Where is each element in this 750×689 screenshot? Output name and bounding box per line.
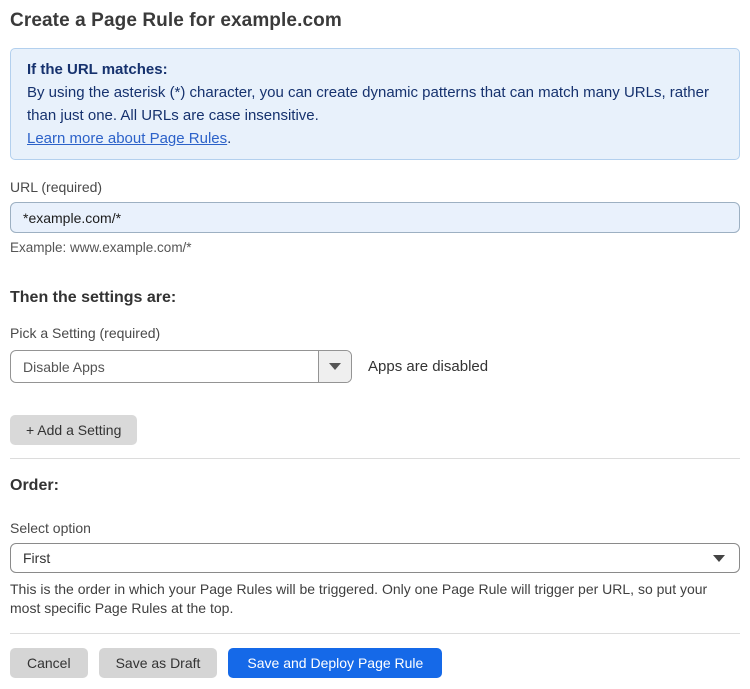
link-suffix: .	[227, 130, 232, 147]
page-title: Create a Page Rule for example.com	[10, 10, 342, 31]
order-section-heading: Order:	[10, 477, 59, 494]
learn-more-link[interactable]: Learn more about Page Rules	[27, 130, 227, 147]
order-select[interactable]: First	[10, 543, 740, 573]
order-select-value: First	[23, 550, 51, 566]
footer-actions: Cancel Save as Draft Save and Deploy Pag…	[10, 648, 740, 678]
footer-divider	[10, 633, 740, 634]
order-description: This is the order in which your Page Rul…	[10, 581, 708, 616]
url-field-label: URL (required)	[10, 179, 103, 195]
chevron-down-icon	[713, 554, 725, 562]
chevron-down-icon	[329, 363, 341, 370]
setting-dropdown[interactable]: Disable Apps	[10, 350, 352, 383]
setting-row: Disable Apps Apps are disabled	[10, 350, 740, 383]
setting-dropdown-value: Disable Apps	[23, 358, 105, 375]
url-input-value: *example.com/*	[23, 209, 122, 226]
url-match-info-box: If the URL matches: By using the asteris…	[10, 48, 740, 160]
cancel-button[interactable]: Cancel	[10, 648, 88, 678]
url-input[interactable]: *example.com/*	[10, 202, 740, 233]
setting-status-text: Apps are disabled	[368, 358, 489, 375]
section-divider	[10, 458, 740, 459]
setting-picker-label: Pick a Setting (required)	[10, 325, 161, 341]
url-example-helper: Example: www.example.com/*	[10, 240, 192, 255]
setting-dropdown-arrow-button[interactable]	[318, 351, 351, 382]
save-and-deploy-button[interactable]: Save and Deploy Page Rule	[228, 648, 443, 678]
add-setting-button[interactable]: + Add a Setting	[10, 415, 138, 445]
page-rule-form: Create a Page Rule for example.com If th…	[0, 0, 750, 678]
info-box-body: By using the asterisk (*) character, you…	[27, 84, 709, 124]
settings-section-heading: Then the settings are:	[10, 289, 177, 306]
info-box-link-line: Learn more about Page Rules.	[27, 127, 723, 150]
save-as-draft-button[interactable]: Save as Draft	[98, 648, 218, 678]
order-select-label: Select option	[10, 520, 91, 536]
info-box-heading: If the URL matches:	[27, 61, 168, 78]
